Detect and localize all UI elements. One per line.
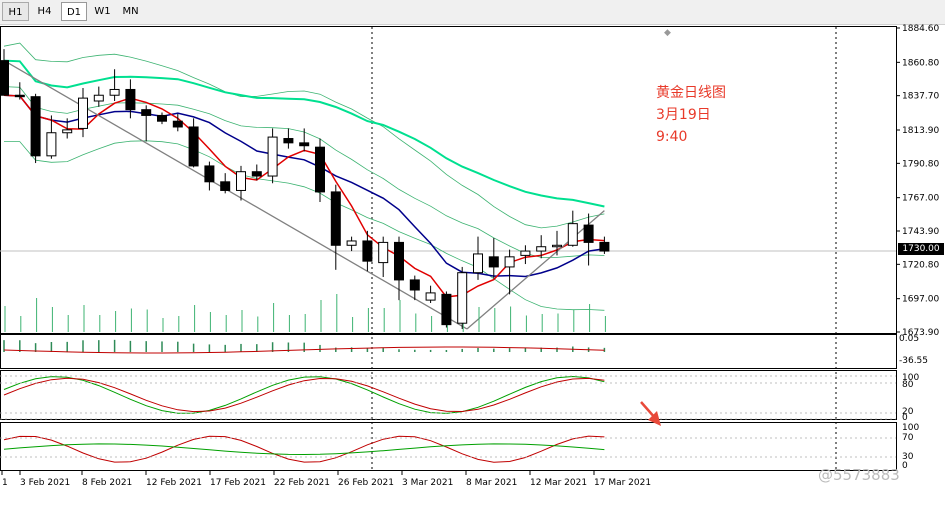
annotation-time: 9:40	[656, 129, 688, 145]
candle-body	[30, 96, 41, 157]
price-tick-label: 1720.80	[902, 260, 939, 270]
date-tick-label: 17 Feb 2021	[210, 478, 266, 488]
tab-w1[interactable]: W1	[89, 2, 116, 21]
tab-d1[interactable]: D1	[61, 2, 87, 21]
candle-body	[425, 292, 436, 301]
price-tick-label: 1790.80	[902, 159, 939, 169]
candle-body	[567, 223, 578, 246]
main-panel-frame	[0, 26, 897, 334]
candle-body	[599, 241, 610, 252]
candle-body	[220, 181, 231, 191]
candle-body	[378, 241, 389, 264]
candle-body	[267, 136, 278, 177]
candle-body	[109, 88, 120, 96]
subpanel-3-label: 0	[902, 461, 908, 471]
price-tick-label: 1860.80	[902, 58, 939, 68]
candle-body	[172, 120, 183, 128]
stochastic-2-signal	[3, 443, 605, 456]
lower-band-line	[3, 140, 605, 311]
tab-h1[interactable]: H1	[2, 2, 29, 21]
candle-body	[14, 94, 25, 98]
ma-blue-line	[3, 94, 605, 278]
stochastic-1-d-line	[3, 377, 605, 413]
date-tick-label: 8 Mar 2021	[466, 478, 517, 488]
candle-body	[125, 88, 136, 111]
candle-body	[520, 250, 531, 256]
subpanel-2-label: 80	[902, 380, 914, 390]
date-tick-label: 22 Feb 2021	[274, 478, 330, 488]
tab-mn[interactable]: MN	[117, 2, 144, 21]
date-tick-label: 8 Feb 2021	[82, 478, 132, 488]
subpanel-2-frame	[0, 370, 897, 420]
candle-body	[504, 256, 515, 268]
price-tick-label: 1813.90	[902, 126, 939, 136]
subpanel-3-label: 70	[902, 433, 914, 443]
subpanel-1-frame	[0, 334, 897, 369]
date-tick-label: 1	[2, 478, 8, 488]
subpanel-3-label: 100	[902, 423, 919, 433]
price-tick-label: 1837.70	[902, 92, 939, 102]
candle-body	[409, 279, 420, 291]
tab-h4[interactable]: H4	[31, 2, 58, 21]
candle-body	[330, 191, 341, 246]
date-tick-label: 3 Mar 2021	[402, 478, 453, 488]
chart-marker-icon: ◆	[664, 28, 671, 38]
candle-body	[362, 240, 373, 262]
candle-body	[283, 138, 294, 144]
timeframe-toolbar: H1 H4 D1 W1 MN	[0, 0, 945, 25]
candle-body	[536, 246, 547, 252]
candle-body	[188, 126, 199, 167]
candle-body	[583, 224, 594, 243]
annotation-date: 3月19日	[656, 107, 711, 123]
candle-body	[141, 109, 152, 116]
subpanel-3-frame	[0, 422, 897, 471]
candle-body	[204, 165, 215, 183]
candle-body	[78, 97, 88, 129]
price-tick-label: 1767.00	[902, 194, 939, 204]
date-tick-label: 12 Feb 2021	[146, 478, 202, 488]
candle-body	[46, 132, 57, 157]
date-tick-label: 26 Feb 2021	[338, 478, 394, 488]
candle-body	[299, 142, 310, 147]
candle-body	[62, 129, 73, 134]
annotation-title: 黄金日线图	[656, 85, 726, 101]
price-chart[interactable]: 1884.60 1860.80 1837.70 1813.90 1790.80 1767.…	[0, 24, 945, 509]
candle-body	[157, 114, 167, 122]
price-tick-label: 1697.00	[902, 295, 939, 305]
candle-body	[346, 240, 357, 246]
subpanel-2-label: 0	[902, 413, 908, 423]
candle-body	[236, 171, 246, 191]
subpanel-1-label: -36.55	[899, 356, 928, 366]
current-price-tag: 1730.00	[898, 243, 944, 255]
candle-body	[394, 241, 404, 281]
price-tick-label: 1884.60	[902, 24, 939, 34]
date-tick-label: 17 Mar 2021	[594, 478, 651, 488]
price-tick-label: 1743.90	[902, 227, 939, 237]
watermark: @5573883	[818, 466, 900, 484]
date-tick-label: 3 Feb 2021	[20, 478, 70, 488]
candle-body	[251, 171, 262, 177]
candle-body	[93, 94, 104, 102]
stochastic-2-line	[3, 435, 605, 463]
downtrend-line	[3, 60, 468, 330]
candle-body	[552, 244, 562, 248]
candle-body	[457, 272, 468, 324]
date-tick-label: 12 Mar 2021	[530, 478, 587, 488]
candle-body	[0, 60, 9, 96]
subpanel-1-label: 0.05	[899, 334, 919, 344]
candle-body	[315, 146, 325, 193]
candle-body	[441, 293, 452, 326]
candle-body	[473, 253, 483, 274]
candle-body	[488, 256, 499, 268]
